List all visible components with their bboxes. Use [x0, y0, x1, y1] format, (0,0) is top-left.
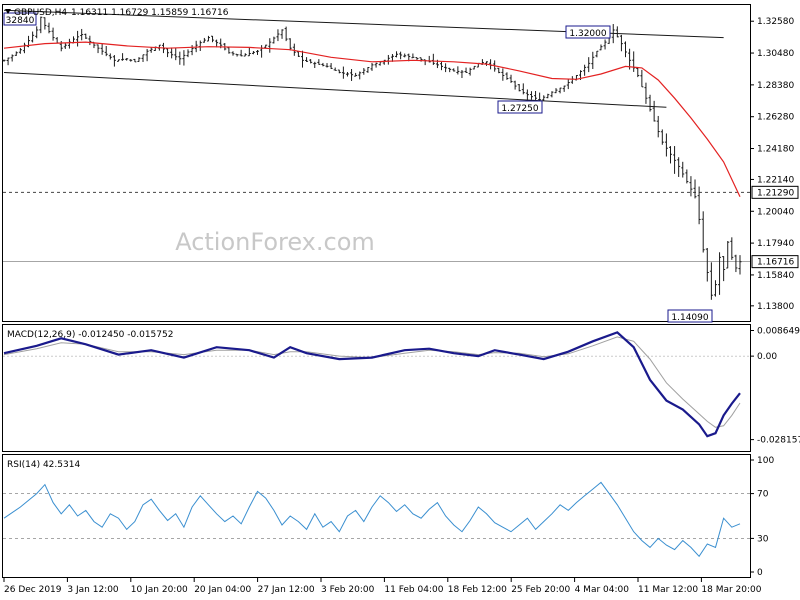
rsi-title: RSI(14) 42.5314 [7, 460, 80, 470]
price-axis-label: 1.26280 [757, 113, 794, 123]
time-axis-label: 10 Jan 20:00 [131, 585, 188, 595]
chart-header: GBPUSD,H4 1.16311 1.16729 1.15859 1.1671… [5, 8, 229, 18]
time-axis-label: 18 Feb 12:00 [448, 585, 507, 595]
price-label: 1.27250 [497, 100, 543, 114]
price-axis-label: 1.32580 [757, 17, 794, 27]
watermark: ActionForex.com [175, 228, 375, 256]
rsi-axis-label: 0 [757, 568, 763, 578]
macd-panel [2, 324, 751, 452]
time-axis-label: 3 Feb 20:00 [321, 585, 375, 595]
rsi-axis-label: 100 [757, 456, 774, 466]
price-axis-tag: 1.21290 [751, 185, 799, 199]
time-axis-label: 20 Jan 04:00 [194, 585, 251, 595]
rsi-axis-label: 70 [757, 490, 769, 500]
time-axis-label: 4 Mar 04:00 [575, 585, 630, 595]
price-axis-tag-text: 1.21290 [757, 188, 794, 198]
symbol-label: GBPUSD,H4 [14, 8, 67, 18]
price-label-text: 1.32000 [569, 29, 606, 39]
ohlc-label: 1.16311 1.16729 1.15859 1.16716 [71, 8, 229, 18]
price-axis-label: 1.15840 [757, 271, 794, 281]
macd-axis-label: 0.00 [757, 352, 777, 362]
price-label-text: 1.27250 [501, 104, 538, 114]
price-label-text: 1.14090 [671, 313, 708, 323]
price-panel [2, 4, 751, 322]
time-axis-label: 27 Jan 12:00 [258, 585, 315, 595]
time-axis-label: 25 Feb 20:00 [511, 585, 570, 595]
price-label: 1.32000 [565, 25, 611, 39]
price-axis-label: 1.13800 [757, 302, 794, 312]
time-axis-label: 11 Mar 12:00 [638, 585, 698, 595]
time-axis-label: 11 Feb 04:00 [384, 585, 443, 595]
price-axis-label: 1.24180 [757, 145, 794, 155]
time-axis-label: 18 Mar 20:00 [701, 585, 761, 595]
price-label: 1.14090 [667, 309, 713, 323]
price-axis-label: 1.30480 [757, 49, 794, 59]
rsi-axis-label: 30 [757, 534, 769, 544]
price-axis-label: 1.22140 [757, 175, 794, 185]
price-axis-tag-text: 1.16716 [757, 258, 794, 268]
price-axis-label: 1.28380 [757, 81, 794, 91]
price-axis-tag: 1.16716 [751, 255, 799, 269]
macd-axis-label: 0.008649 [757, 326, 800, 336]
time-axis-label: 3 Jan 12:00 [67, 585, 119, 595]
chart-canvas: ActionForex.com 328401.320001.272501.140… [2, 4, 800, 595]
macd-axis-label: -0.028157 [757, 436, 800, 446]
time-axis-label: 26 Dec 2019 [4, 585, 62, 595]
macd-title: MACD(12,26,9) -0.012450 -0.015752 [7, 330, 173, 340]
price-axis-label: 1.17940 [757, 239, 794, 249]
price-axis-label: 1.20040 [757, 207, 794, 217]
